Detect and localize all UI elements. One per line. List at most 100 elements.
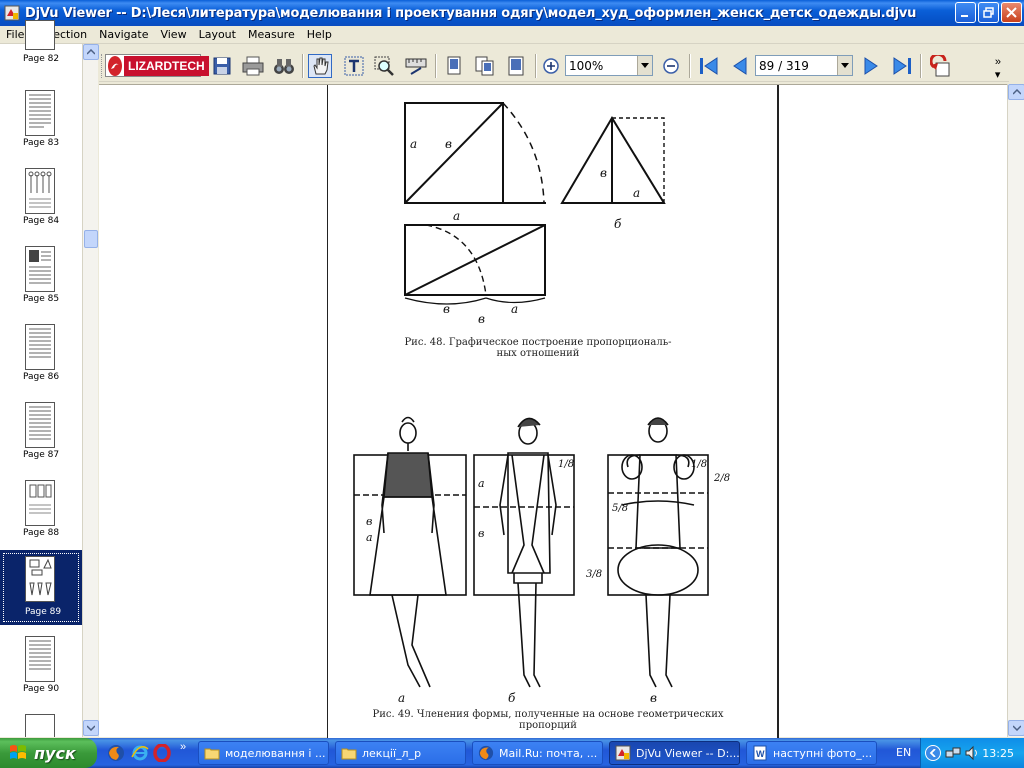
page-thumbnail-image — [25, 90, 55, 136]
save-button[interactable] — [210, 54, 234, 78]
thumbnail-page-89[interactable]: Page 89 — [0, 550, 82, 625]
document-view[interactable]: a в а в а б в в а Рис. 48. Графическое п… — [99, 84, 1007, 738]
task-label: лекції_л_р — [362, 746, 422, 760]
figure-label: 1/8 — [691, 459, 707, 470]
thumbnail-page-86[interactable]: Page 86 — [0, 322, 82, 392]
scroll-up-button[interactable] — [1008, 84, 1024, 100]
menu-help[interactable]: Help — [301, 28, 338, 41]
minimize-button[interactable] — [955, 2, 976, 23]
menu-layout[interactable]: Layout — [193, 28, 242, 41]
zoom-select[interactable]: 100% — [565, 55, 653, 76]
opera-quicklaunch[interactable] — [152, 743, 172, 763]
menu-bar: File Selection Navigate View Layout Meas… — [0, 26, 1024, 44]
menu-navigate[interactable]: Navigate — [93, 28, 154, 41]
next-page-button[interactable] — [859, 54, 883, 78]
zoom-out-button[interactable] — [659, 54, 683, 78]
restore-icon — [983, 7, 994, 18]
measure-tool-button[interactable] — [404, 54, 428, 78]
thumbnail-label: Page 89 — [24, 607, 62, 617]
taskbar-item-firefox[interactable]: Mail.Ru: почта, ... — [472, 741, 603, 765]
tray-expand-button[interactable] — [925, 745, 941, 761]
start-button[interactable]: пуск — [0, 738, 97, 768]
page-thumbnail-image — [25, 20, 55, 50]
figure-label: в — [650, 691, 657, 705]
thumbnail-label: Page 86 — [22, 372, 60, 382]
first-page-button[interactable] — [697, 54, 721, 78]
continuous-page-button[interactable] — [473, 54, 497, 78]
figure-label: б — [508, 691, 516, 705]
scroll-down-button[interactable] — [83, 720, 99, 736]
thumbnail-page-90[interactable]: Page 90 — [0, 634, 82, 704]
thumbnail-scrollbar[interactable] — [82, 44, 99, 737]
text-page-preview — [29, 406, 51, 440]
caption-line: Рис. 49. Членения формы, полученные на о… — [372, 709, 724, 720]
page-thumbnail-image — [25, 402, 55, 448]
language-indicator[interactable]: EN — [896, 746, 911, 759]
text-select-icon — [344, 56, 364, 76]
lizardtech-logo[interactable]: LIZARDTECH — [105, 54, 209, 77]
find-button[interactable] — [272, 54, 296, 78]
scroll-up-button[interactable] — [83, 44, 99, 60]
figure-label: 5/8 — [612, 503, 628, 514]
scroll-down-button[interactable] — [1008, 720, 1024, 736]
restore-button[interactable] — [978, 2, 999, 23]
figure-label: а — [398, 691, 405, 705]
firefox-icon — [108, 745, 124, 761]
arrow-down-icon — [1012, 725, 1021, 731]
figure-label: а — [633, 186, 640, 200]
toolbar-separator — [689, 54, 691, 78]
page-thumbnail-image — [25, 246, 55, 292]
last-page-button[interactable] — [890, 54, 914, 78]
zoom-in-button[interactable] — [539, 54, 563, 78]
document-scrollbar[interactable] — [1007, 84, 1024, 737]
text-tool-button[interactable] — [342, 54, 366, 78]
save-icon — [213, 57, 231, 75]
zoom-value: 100% — [569, 58, 604, 73]
page-dropdown-button[interactable] — [837, 56, 852, 75]
scrollbar-thumb[interactable] — [84, 230, 98, 248]
menu-view[interactable]: View — [154, 28, 192, 41]
zoom-tool-button[interactable] — [373, 54, 397, 78]
ie-quicklaunch[interactable] — [130, 743, 150, 763]
taskbar-item-djvu-viewer[interactable]: DjVu Viewer -- D:... — [609, 741, 740, 765]
zoom-in-icon — [543, 58, 559, 74]
close-button[interactable] — [1001, 2, 1022, 23]
thumbnail-page-85[interactable]: Page 85 — [0, 244, 82, 314]
caption-line: ных отношений — [496, 348, 580, 359]
print-icon — [242, 56, 264, 76]
back-button[interactable] — [929, 54, 953, 78]
taskbar-item-folder-modeling[interactable]: моделювання і ... — [198, 741, 329, 765]
volume-icon[interactable] — [964, 745, 980, 761]
arrow-up-icon — [87, 49, 95, 55]
zoom-dropdown-button[interactable] — [637, 56, 652, 75]
taskbar: пуск » моделювання і ... лекції_л_р Mail… — [0, 738, 1024, 768]
toolbar-grip[interactable] — [101, 54, 104, 78]
toolbar-overflow-icon[interactable]: » ▾ — [995, 56, 1001, 81]
thumbnail-page-88[interactable]: Page 88 — [0, 478, 82, 548]
title-bar: DjVu Viewer -- D:\Леся\литература\моделю… — [0, 0, 1024, 26]
thumbnail-page-82[interactable]: Page 82 — [0, 20, 82, 90]
thumbnail-page-91[interactable] — [0, 712, 82, 737]
taskbar-item-word[interactable]: W наступні фото_... — [746, 741, 877, 765]
thumbnail-label: Page 84 — [22, 216, 60, 226]
thumbnail-page-84[interactable]: Page 84 — [0, 166, 82, 236]
close-icon — [1006, 7, 1017, 18]
menu-measure[interactable]: Measure — [242, 28, 301, 41]
clock[interactable]: 13:25 — [982, 747, 1014, 760]
previous-page-button[interactable] — [728, 54, 752, 78]
last-page-icon — [893, 57, 911, 75]
facing-pages-button[interactable] — [504, 54, 528, 78]
thumbnail-page-83[interactable]: Page 83 — [0, 88, 82, 158]
thumbnail-page-87[interactable]: Page 87 — [0, 400, 82, 470]
page-value: 89 / 319 — [759, 58, 809, 73]
task-label: наступні фото_... — [773, 746, 873, 760]
firefox-quicklaunch[interactable] — [106, 743, 126, 763]
single-page-button[interactable] — [442, 54, 466, 78]
network-icon[interactable] — [945, 745, 961, 761]
hand-tool-button[interactable] — [308, 54, 332, 78]
arrow-down-icon — [87, 725, 95, 731]
quicklaunch-overflow-icon[interactable]: » — [180, 741, 186, 753]
print-button[interactable] — [241, 54, 265, 78]
page-select[interactable]: 89 / 319 — [755, 55, 853, 76]
taskbar-item-folder-lectures[interactable]: лекції_л_р — [335, 741, 466, 765]
